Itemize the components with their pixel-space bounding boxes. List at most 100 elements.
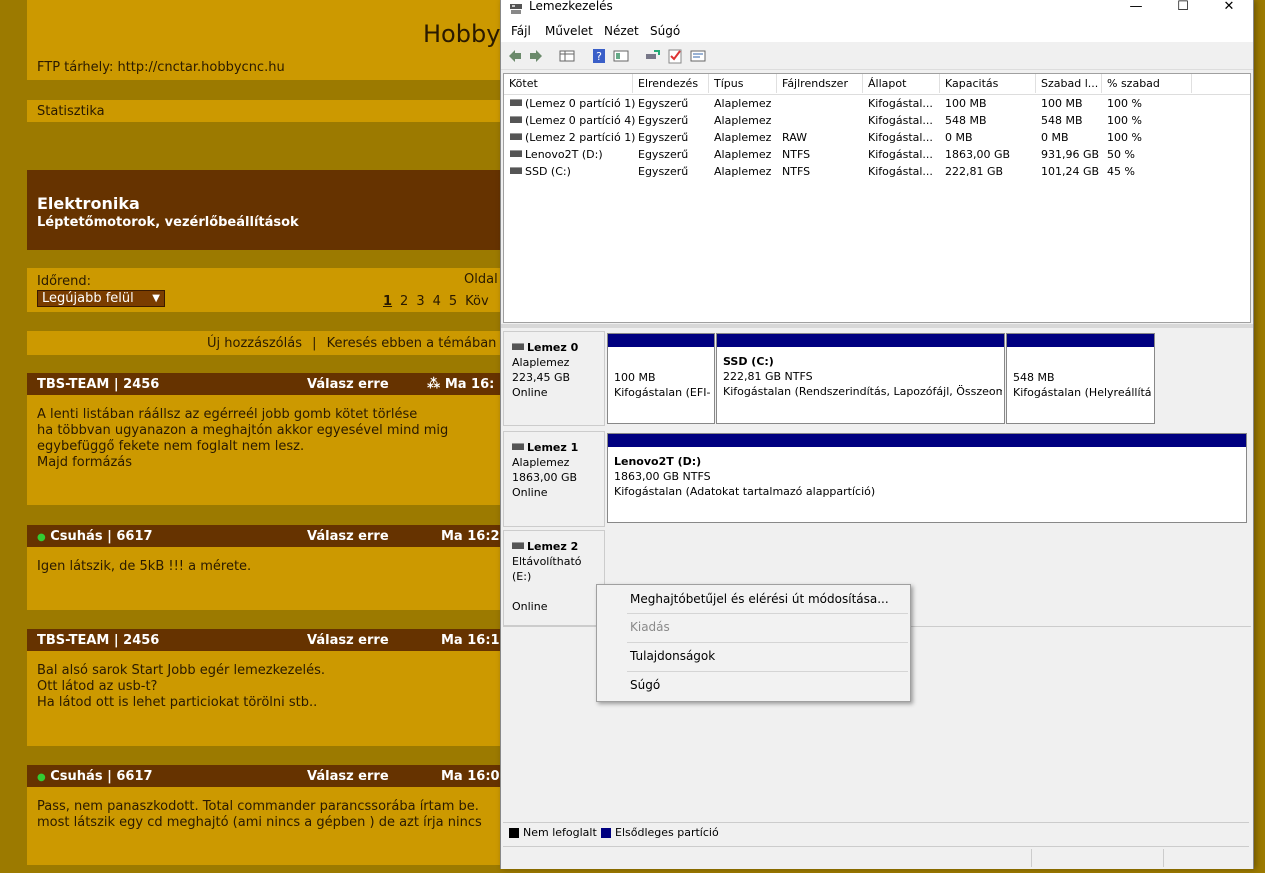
cell-capacity: 222,81 GB (945, 165, 1003, 178)
page-link-2[interactable]: 2 (400, 294, 408, 309)
menu-help[interactable]: Súgó (650, 24, 680, 38)
volume-row[interactable]: (Lemez 0 partíció 4) Egyszerű Alaplemez Kif… (504, 112, 1250, 129)
ftp-link[interactable]: FTP tárhely: http://cnctar.hobbycnc.hu (37, 60, 285, 75)
volume-list[interactable]: Kötet Elrendezés Típus Fájlrendszer Álla… (503, 73, 1251, 323)
post-author[interactable]: ● Csuhás | 6617 (37, 529, 153, 544)
cell-type: Alaplemez (714, 148, 771, 161)
reply-link[interactable]: Válasz erre (307, 377, 389, 392)
volume-row[interactable]: SSD (C:) Egyszerű Alaplemez NTFS Kifogástal.… (504, 163, 1250, 180)
title-bar[interactable]: Lemezkezelés — ☐ ✕ (501, 0, 1253, 20)
volume-icon (510, 116, 522, 123)
grid-icon[interactable] (559, 48, 575, 64)
column-header-free-space[interactable]: Szabad l... (1036, 74, 1102, 93)
cell-layout: Egyszerű (638, 165, 688, 178)
sort-select[interactable]: Legújabb felül ▼ (37, 290, 165, 307)
search-topic-link[interactable]: Keresés ebben a témában (327, 336, 497, 351)
disk-icon (512, 542, 524, 549)
new-post-link[interactable]: Új hozzászólás (207, 336, 302, 351)
post-line: Pass, nem panaszkodott. Total commander … (37, 799, 479, 814)
partition-color-bar (608, 334, 714, 347)
statistics-link[interactable]: Statisztika (37, 104, 105, 119)
cell-text: 222,81 GB (945, 165, 1004, 178)
cell-text: Alaplemez (714, 114, 772, 127)
cell-text: Egyszerű (638, 148, 689, 161)
help-icon[interactable]: ? (591, 48, 607, 64)
menu-item-properties[interactable]: Tulajdonságok (597, 644, 910, 668)
disk-label-0[interactable]: Lemez 0 Alaplemez 223,45 GB Online (503, 331, 605, 426)
volume-row[interactable]: Lenovo2T (D:) Egyszerű Alaplemez NTFS Kifogá… (504, 146, 1250, 163)
menu-view[interactable]: Nézet (604, 24, 639, 38)
page-link-3[interactable]: 3 (416, 294, 424, 309)
partition-box[interactable]: 548 MB Kifogástalan (Helyreállítá: (1006, 333, 1155, 424)
disk-status: Online (512, 600, 548, 613)
disk-type: Alaplemez (512, 356, 570, 369)
action-separator: | (312, 336, 317, 351)
close-button[interactable]: ✕ (1206, 0, 1252, 19)
forward-icon[interactable] (528, 48, 544, 64)
post-header: TBS-TEAM | 2456 Válasz erre ⁂ Ma 16: (27, 373, 507, 395)
reply-link[interactable]: Válasz erre (307, 633, 389, 648)
column-header-capacity[interactable]: Kapacitás (940, 74, 1036, 93)
page-link-5[interactable]: 5 (449, 294, 457, 309)
cell-capacity: 1863,00 GB (945, 148, 1010, 161)
cell-free-space: 931,96 GB (1041, 148, 1099, 161)
column-header-filesystem[interactable]: Fájlrendszer (777, 74, 863, 93)
menu-item-eject: Kiadás (630, 620, 670, 634)
legend-primary-label: Elsődleges partíció (615, 826, 719, 839)
post-author[interactable]: TBS-TEAM | 2456 (37, 633, 159, 648)
cell-percent-free: 45 % (1107, 165, 1135, 178)
maximize-button[interactable]: ☐ (1160, 0, 1206, 19)
volume-row[interactable]: (Lemez 0 partíció 1) Egyszerű Alaplemez Kif… (504, 95, 1250, 112)
volume-row[interactable]: (Lemez 2 partíció 1) Egyszerű Alaplemez RAW… (504, 129, 1250, 146)
minimize-button[interactable]: — (1113, 0, 1159, 19)
settings-icon[interactable] (690, 48, 706, 64)
partition-box[interactable]: SSD (C:) 222,81 GB NTFS Kifogástalan (Re… (716, 333, 1005, 424)
column-header-volume[interactable]: Kötet (504, 74, 633, 93)
cell-type: Alaplemez (714, 97, 771, 110)
disk-label-1[interactable]: Lemez 1 Alaplemez 1863,00 GB Online (503, 431, 605, 527)
menu-separator (627, 613, 908, 614)
column-header-layout[interactable]: Elrendezés (633, 74, 709, 93)
menu-separator (627, 642, 908, 643)
cell-volume: (Lemez 2 partíció 1) (510, 131, 635, 144)
column-header-type[interactable]: Típus (709, 74, 777, 93)
post-body: Pass, nem panaszkodott. Total commander … (27, 787, 507, 865)
post-author[interactable]: TBS-TEAM | 2456 (37, 377, 159, 392)
page-link-next[interactable]: Köv (465, 294, 489, 309)
svg-text:?: ? (596, 50, 602, 63)
partition-box[interactable]: Lenovo2T (D:) 1863,00 GB NTFS Kifogástal… (607, 433, 1247, 523)
legend-unallocated-swatch (509, 828, 519, 838)
cell-text: NTFS (782, 165, 811, 178)
partition-color-bar (1007, 334, 1154, 347)
disk-label-2[interactable]: Lemez 2 Eltávolítható (E:) Online (503, 530, 605, 626)
check-icon[interactable] (667, 48, 683, 64)
page-link-4[interactable]: 4 (433, 294, 441, 309)
page-link-1[interactable]: 1 (383, 294, 392, 309)
reply-link[interactable]: Válasz erre (307, 529, 389, 544)
post-author[interactable]: ● Csuhás | 6617 (37, 769, 153, 784)
post-line: ha többvan ugyanazon a meghajtón akkor e… (37, 423, 449, 438)
cell-text: Egyszerű (638, 165, 689, 178)
cell-percent-free: 50 % (1107, 148, 1135, 161)
disk-graph-view: Lemez 0 Alaplemez 223,45 GB Online 100 M… (503, 328, 1251, 816)
disk-management-icon (510, 4, 522, 14)
menu-item-help[interactable]: Súgó (597, 673, 910, 697)
reply-link[interactable]: Válasz erre (307, 769, 389, 784)
menu-action[interactable]: Művelet (545, 24, 593, 38)
back-icon[interactable] (507, 48, 523, 64)
cell-text: 1863,00 GB (945, 148, 1011, 161)
menu-item-change-drive-letter[interactable]: Meghajtóbetűjel és elérési út módosítása… (597, 587, 910, 611)
volume-icon (510, 150, 522, 157)
column-header-percent-free[interactable]: % szabad (1102, 74, 1192, 93)
partition-box[interactable]: 100 MB Kifogástalan (EFI- (607, 333, 715, 424)
cell-status: Kifogástal... (868, 97, 933, 110)
column-header-status[interactable]: Állapot (863, 74, 940, 93)
properties-icon[interactable] (613, 48, 629, 64)
cell-text: Kifogástal... (868, 131, 933, 144)
action-links: Új hozzászólás | Keresés ebben a témában (207, 336, 496, 351)
cell-type: Alaplemez (714, 131, 771, 144)
disk-size: 223,45 GB (512, 371, 571, 384)
menu-file[interactable]: Fájl (511, 24, 531, 38)
connect-icon[interactable] (644, 48, 660, 64)
cell-filesystem: NTFS (782, 148, 810, 161)
